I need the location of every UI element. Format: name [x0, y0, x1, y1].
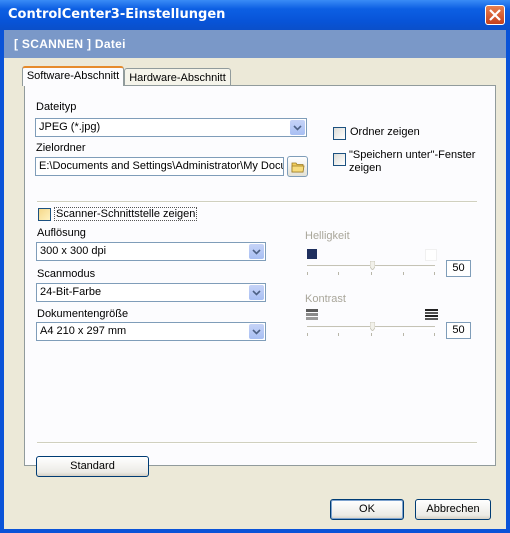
high-contrast-icon — [425, 309, 438, 320]
contrast-slider-thumb[interactable] — [369, 321, 376, 332]
chevron-down-icon — [293, 125, 302, 131]
contrast-value[interactable]: 50 — [446, 322, 471, 339]
doc-size-select[interactable]: A4 210 x 297 mm — [36, 322, 266, 341]
brightness-slider-thumb[interactable] — [369, 260, 376, 271]
section-header: [ SCANNEN ] Datei — [4, 30, 506, 58]
slider-tick — [371, 272, 372, 275]
dropdown-button[interactable] — [249, 324, 264, 339]
brightness-label: Helligkeit — [305, 230, 350, 242]
light-square-icon — [425, 249, 437, 261]
browse-folder-button[interactable] — [287, 156, 308, 177]
slider-tick — [403, 272, 404, 275]
doc-size-value: A4 210 x 297 mm — [40, 325, 127, 337]
save-as-label-line2: zeigen — [349, 162, 382, 174]
resolution-label: Auflösung — [37, 227, 86, 239]
close-button[interactable] — [485, 5, 505, 25]
file-type-value: JPEG (*.jpg) — [39, 121, 101, 133]
tab-software[interactable]: Software-Abschnitt — [22, 66, 124, 86]
slider-tick — [307, 333, 308, 336]
tab-software-label: Software-Abschnitt — [26, 70, 120, 82]
low-contrast-icon — [306, 309, 318, 320]
standard-button[interactable]: Standard — [36, 456, 149, 477]
scan-mode-value: 24-Bit-Farbe — [40, 286, 102, 298]
slider-tick — [434, 272, 435, 275]
show-folder-checkbox[interactable] — [333, 127, 346, 140]
target-folder-value: E:\Documents and Settings\Administrator\… — [39, 160, 284, 172]
slider-tick — [434, 333, 435, 336]
title-bar[interactable]: ControlCenter3-Einstellungen — [0, 0, 510, 30]
chevron-down-icon — [252, 329, 261, 335]
cancel-button[interactable]: Abbrechen — [415, 499, 491, 520]
slider-tick — [307, 272, 308, 275]
target-folder-label: Zielordner — [36, 142, 86, 154]
file-type-label: Dateityp — [36, 101, 77, 113]
file-type-select[interactable]: JPEG (*.jpg) — [35, 118, 307, 137]
scan-mode-label: Scanmodus — [37, 268, 96, 280]
show-folder-label: Ordner zeigen — [350, 126, 420, 138]
scanner-ui-label: Scanner-Schnittstelle zeigen — [54, 207, 198, 221]
save-as-checkbox[interactable] — [333, 153, 346, 166]
dialog-window: ControlCenter3-Einstellungen [ SCANNEN ]… — [0, 0, 510, 533]
folder-icon — [291, 162, 305, 173]
dialog-body: [ SCANNEN ] Datei Software-Abschnitt Har… — [4, 30, 506, 529]
separator — [37, 442, 477, 444]
section-header-text: [ SCANNEN ] Datei — [14, 37, 126, 51]
target-folder-input[interactable]: E:\Documents and Settings\Administrator\… — [35, 157, 284, 176]
dropdown-button[interactable] — [290, 120, 305, 135]
tab-hardware[interactable]: Hardware-Abschnitt — [124, 68, 231, 86]
brightness-value[interactable]: 50 — [446, 260, 471, 277]
dropdown-button[interactable] — [249, 244, 264, 259]
chevron-down-icon — [252, 249, 261, 255]
slider-tick — [338, 272, 339, 275]
tab-panel: Dateityp JPEG (*.jpg) Zielordner E:\Docu… — [24, 85, 496, 466]
slider-tick — [371, 333, 372, 336]
slider-tick — [338, 333, 339, 336]
save-as-label-line1: "Speichern unter"-Fenster — [349, 149, 476, 161]
dark-square-icon — [307, 249, 317, 259]
contrast-label: Kontrast — [305, 293, 346, 305]
tab-hardware-label: Hardware-Abschnitt — [129, 72, 226, 84]
ok-button[interactable]: OK — [330, 499, 404, 520]
chevron-down-icon — [252, 290, 261, 296]
scan-mode-select[interactable]: 24-Bit-Farbe — [36, 283, 266, 302]
close-icon — [489, 9, 501, 21]
resolution-select[interactable]: 300 x 300 dpi — [36, 242, 266, 261]
scanner-ui-checkbox[interactable] — [38, 208, 51, 221]
separator — [37, 201, 477, 203]
dropdown-button[interactable] — [249, 285, 264, 300]
resolution-value: 300 x 300 dpi — [40, 245, 107, 257]
window-title: ControlCenter3-Einstellungen — [8, 7, 226, 22]
doc-size-label: Dokumentengröße — [37, 308, 129, 320]
slider-tick — [403, 333, 404, 336]
